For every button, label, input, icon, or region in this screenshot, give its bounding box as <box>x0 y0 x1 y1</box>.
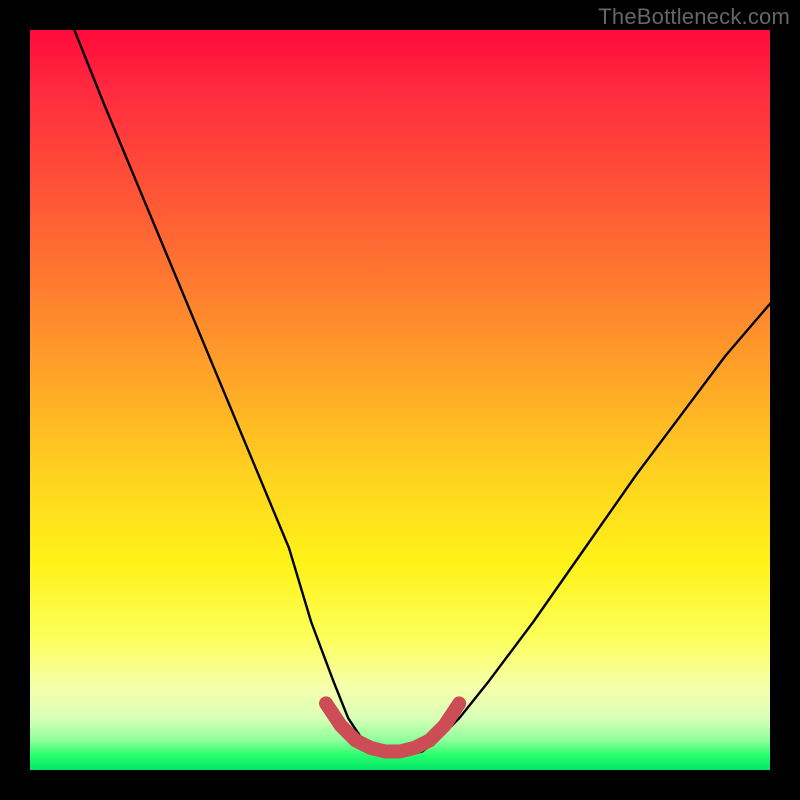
watermark-text: TheBottleneck.com <box>598 4 790 30</box>
curve-layer <box>30 30 770 770</box>
bottleneck-curve <box>74 30 770 755</box>
chart-frame: TheBottleneck.com <box>0 0 800 800</box>
plot-area <box>30 30 770 770</box>
